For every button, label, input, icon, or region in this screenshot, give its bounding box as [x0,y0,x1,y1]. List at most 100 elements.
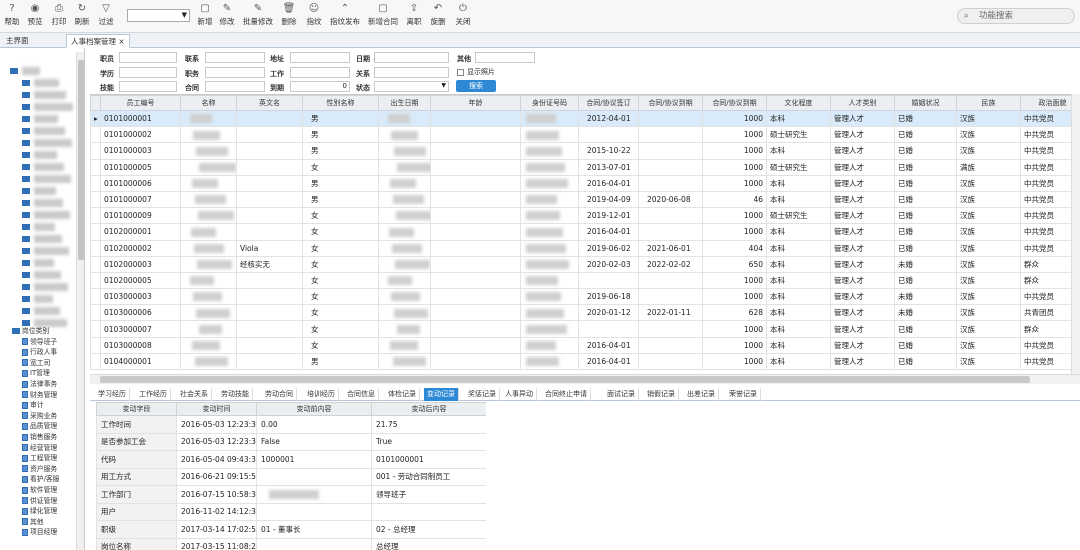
toolbar-button[interactable]: ▢ 新增 [195,2,215,31]
filter-input[interactable] [119,52,177,63]
tree-node[interactable]: 行政人事 [22,347,57,357]
column-header[interactable]: 性别名称 [302,95,379,111]
tree-node[interactable]: 审计 [22,400,44,410]
detail-tab[interactable]: 体检记录 [385,388,420,401]
grid-horizontal-scrollbar[interactable] [90,374,1080,384]
detail-row[interactable]: 职级 2017-03-14 17:02:5 01 - 董事长 02 - 总经理 [96,520,486,539]
toolbar-button[interactable]: ☺ 指纹 [304,2,324,31]
toolbar-button[interactable]: ⏻ 关闭 [452,2,474,31]
tree-node[interactable] [22,162,64,172]
tree-node[interactable] [22,234,62,244]
detail-row[interactable]: 用工方式 2016-06-21 09:15:5 001 - 劳动合同制员工 [96,467,486,486]
table-row[interactable]: 0104000001 男 2016-04-01 1000 本科 管理人才 已婚 汉族 中共党员 [90,352,1080,371]
toolbar-button[interactable]: ↻ 刷新 [72,2,92,31]
tree-node[interactable]: 绿化管理 [22,506,57,516]
show-photo-checkbox[interactable]: 显示照片 [457,67,495,77]
column-header[interactable]: 婚姻状况 [894,95,957,111]
table-row[interactable]: 0103000008 女 2016-04-01 1000 本科 管理人才 已婚 汉族 中共党员 [90,336,1080,354]
filter-input[interactable] [290,52,350,63]
detail-tab[interactable]: 合同信息 [344,388,379,401]
detail-row[interactable]: 用户 2016-11-02 14:12:3 [96,502,486,521]
tree-node[interactable] [22,306,60,316]
column-header[interactable]: 合同/协议到期 [702,95,767,111]
tree-node[interactable]: 看护/客服 [22,474,59,484]
tree-node[interactable] [22,294,53,304]
detail-row[interactable]: 是否参加工会 2016-05-03 12:23:3 False True [96,432,486,451]
toolbar-button[interactable]: ⇪ 离职 [404,2,424,31]
column-header[interactable]: 人才类别 [830,95,895,111]
tree-node[interactable] [22,102,73,112]
detail-tab[interactable]: 培训经历 [304,388,339,401]
column-header[interactable]: 民族 [956,95,1021,111]
filter-input[interactable] [205,67,265,78]
detail-column-header[interactable]: 变动前内容 [256,402,372,416]
tree-node[interactable] [22,210,70,220]
tree-node[interactable] [22,282,68,292]
tree-node[interactable] [22,186,56,196]
table-row[interactable]: 0103000007 女 1000 本科 管理人才 已婚 汉族 群众 [90,320,1080,338]
tree-node[interactable]: 领导班子 [22,337,57,347]
column-header[interactable]: 年龄 [430,95,521,111]
detail-tab[interactable]: 劳动合同 [262,388,297,401]
detail-column-header[interactable]: 变动后内容 [371,402,486,416]
column-header[interactable]: 合同/协议签订 [578,95,639,111]
table-row[interactable]: 0101000006 男 2016-04-01 1000 本科 管理人才 已婚 汉族 中共党员 [90,174,1080,192]
filter-input[interactable] [290,67,350,78]
detail-tab[interactable]: 合同终止申请 [542,388,591,401]
detail-tab[interactable]: 变动记录 [424,388,459,401]
filter-input[interactable] [205,52,265,63]
column-header[interactable]: 英文名 [236,95,303,111]
tree-node[interactable] [22,90,66,100]
toolbar-button[interactable]: ◉ 预览 [25,2,45,31]
toolbar-button[interactable]: ⌃ 指纹发布 [328,2,362,31]
filter-input[interactable] [205,81,265,92]
tree-node[interactable] [22,138,72,148]
detail-tab[interactable]: 工作经历 [136,388,171,401]
toolbar-button[interactable]: 🗑 删除 [279,2,299,31]
table-row[interactable]: 0102000005 女 1000 本科 管理人才 已婚 汉族 群众 [90,271,1080,290]
toolbar-button[interactable]: ? 帮助 [2,2,22,31]
tree-node[interactable] [22,150,57,160]
tree-node[interactable]: IT管理 [22,368,50,378]
detail-tab[interactable]: 销假记录 [644,388,679,401]
column-header[interactable]: 出生日期 [378,95,431,111]
scroll-thumb[interactable] [100,376,1030,383]
status-select[interactable]: ▼ [374,81,449,92]
tab-personnel[interactable]: 人事档案管理 × [66,34,130,48]
table-row[interactable]: 0101000009 女 2019-12-01 1000 硕士研究生 管理人才 已婚 汉族 中共… [90,207,1080,225]
table-row[interactable]: 0101000005 女 2013-07-01 1000 硕士研究生 管理人才 已婚 满族 中共… [90,158,1080,176]
tree-node[interactable] [22,114,58,124]
table-row[interactable]: 0102000002 Viola 女 2019-06-02 2021-06-01 404 本… [90,239,1080,257]
tree-node[interactable]: 财务管理 [22,390,57,400]
filter-input[interactable] [475,52,535,63]
tree-node[interactable]: 销售服务 [22,432,57,442]
tree-node[interactable]: 资户服务 [22,464,57,474]
tree-node[interactable]: 经营管理 [22,443,57,453]
detail-row[interactable]: 岗位名称 2017-03-15 11:08:2 总经理 [96,537,486,550]
table-row[interactable]: 0103000003 女 2019-06-18 1000 本科 管理人才 未婚 汉族 中共党员 [90,288,1080,306]
search-button[interactable]: 搜索 [456,80,496,92]
detail-tab[interactable]: 奖惩记录 [465,388,500,401]
tree-node[interactable]: 品质管理 [22,421,57,431]
tree-node[interactable]: 法律事务 [22,379,57,389]
column-header[interactable]: 合同/协议到期 [638,95,703,111]
tree-scrollbar[interactable] [76,52,84,550]
tree-scroll-thumb[interactable] [78,60,84,260]
table-row[interactable]: 0101000007 男 2019-04-09 2020-06-08 46 本科 管理人才 已… [90,190,1080,209]
detail-column-header[interactable]: 变动字段 [96,402,177,416]
toolbar-button[interactable]: ▽ 过滤 [95,2,117,31]
tree-node[interactable]: 项目经理 [22,527,57,537]
tree-node[interactable] [22,198,63,208]
tree-node[interactable] [22,78,59,88]
tree-node[interactable] [22,258,54,268]
detail-tab[interactable]: 面试记录 [604,388,639,401]
detail-tab[interactable]: 荣誉记录 [726,388,761,401]
close-icon[interactable]: × [118,37,124,46]
tree-node[interactable] [22,174,71,184]
tree-node[interactable]: 其他 [22,517,44,527]
detail-tab[interactable]: 出差记录 [684,388,719,401]
detail-column-header[interactable]: 变动时间 [176,402,257,416]
toolbar-button[interactable]: ▢ 新增合同 [365,2,401,31]
detail-row[interactable]: 工作部门 2016-07-15 10:58:3 领导班子 [96,485,486,504]
tree-node[interactable]: 岗位类别 [12,326,49,336]
